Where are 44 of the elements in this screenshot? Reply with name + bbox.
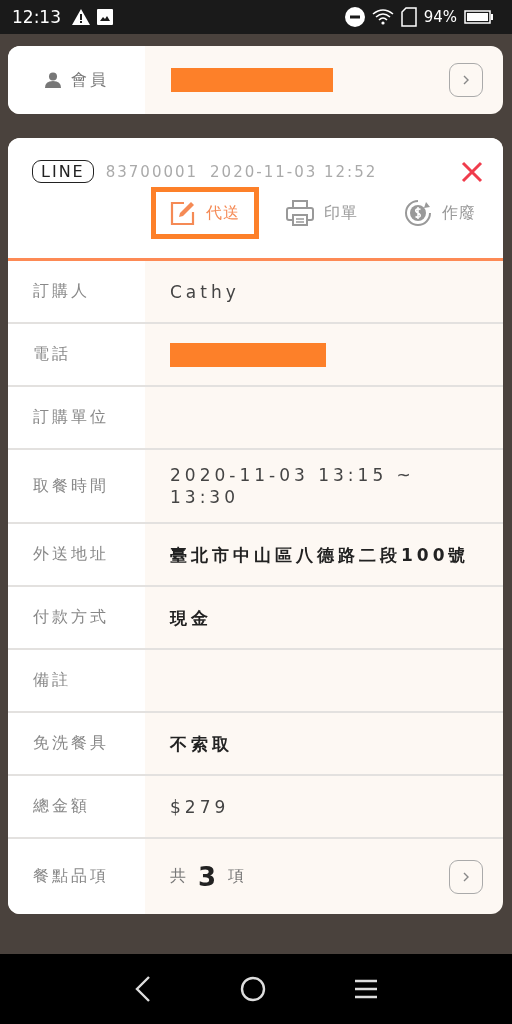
wifi-icon xyxy=(371,8,394,26)
edit-icon xyxy=(170,200,196,226)
printer-icon xyxy=(286,200,314,226)
person-icon xyxy=(44,72,61,88)
field-value: $279 xyxy=(170,795,230,818)
image-icon xyxy=(97,9,113,25)
field-label: 訂購人 xyxy=(33,281,90,302)
field-label: 電話 xyxy=(33,344,71,365)
field-label: 付款方式 xyxy=(33,607,109,628)
field-label: 總金額 xyxy=(33,796,90,817)
battery-icon xyxy=(464,10,494,24)
field-label: 取餐時間 xyxy=(33,475,109,497)
field-value: 臺北市中山區八德路二段100號 xyxy=(170,543,470,566)
print-action-button[interactable]: 印單 xyxy=(267,187,377,239)
field-value: 現金 xyxy=(170,606,212,629)
chevron-right-icon xyxy=(462,75,470,85)
field-label: 備註 xyxy=(33,670,71,691)
close-icon[interactable] xyxy=(461,160,483,183)
field-value: 2020-11-03 13:15 ~ 13:30 xyxy=(170,464,416,508)
back-icon[interactable] xyxy=(134,976,151,1002)
home-icon[interactable] xyxy=(240,976,266,1002)
source-tag: LINE xyxy=(32,160,94,183)
void-action-button[interactable]: 作廢 xyxy=(385,187,495,239)
order-datetime: 2020-11-03 12:52 xyxy=(210,162,378,181)
count-prefix: 共 xyxy=(170,866,186,887)
chevron-right-icon xyxy=(462,871,470,882)
field-value: 不索取 xyxy=(170,732,233,755)
do-not-disturb-icon xyxy=(344,7,365,27)
item-count: 3 xyxy=(198,861,217,892)
order-number: 83700001 xyxy=(105,162,199,181)
member-label: 會員 xyxy=(70,69,109,91)
field-label: 餐點品項 xyxy=(33,866,109,887)
sim-card-icon xyxy=(400,7,417,27)
field-label: 訂購單位 xyxy=(33,407,109,428)
field-label: 免洗餐具 xyxy=(33,733,109,754)
count-suffix: 項 xyxy=(228,866,245,887)
dollar-coin-icon xyxy=(404,199,432,227)
field-value: Cathy xyxy=(170,280,240,303)
field-label: 外送地址 xyxy=(33,544,109,565)
warning-icon xyxy=(72,9,90,25)
status-time: 12:13 xyxy=(12,7,61,27)
menu-icon[interactable] xyxy=(355,979,378,999)
edit-action-button[interactable]: 代送 xyxy=(151,187,259,239)
battery-level: 94% xyxy=(423,8,457,26)
